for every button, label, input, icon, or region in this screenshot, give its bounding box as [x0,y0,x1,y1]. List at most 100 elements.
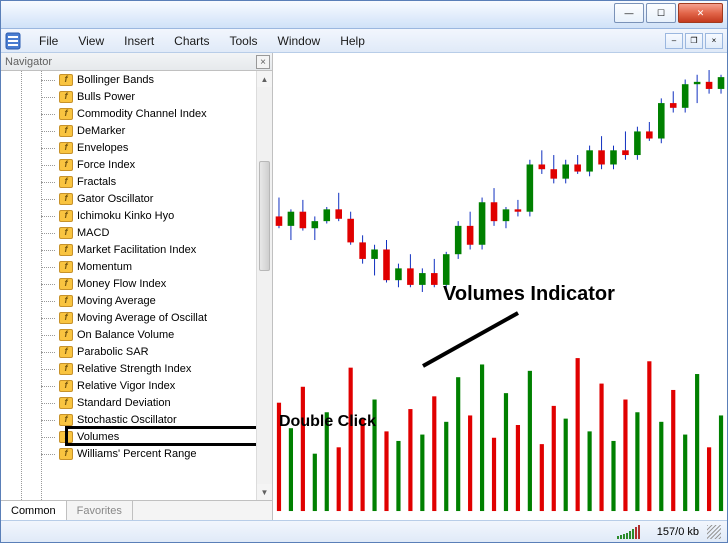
indicator-item[interactable]: Bulls Power [1,88,256,105]
indicator-label: Ichimoku Kinko Hyo [77,210,174,222]
indicator-label: Standard Deviation [77,397,171,409]
indicator-icon [59,431,73,443]
menu-charts[interactable]: Charts [164,32,219,50]
indicator-item[interactable]: Standard Deviation [1,394,256,411]
annotation-double-click: Double Click [279,413,376,431]
indicator-icon [59,380,73,392]
indicator-icon [59,125,73,137]
indicator-label: Moving Average [77,295,156,307]
indicator-icon [59,363,73,375]
indicator-label: Market Facilitation Index [77,244,196,256]
navigator-title-label: Navigator [5,56,52,68]
menu-insert[interactable]: Insert [114,32,164,50]
indicator-item[interactable]: Bollinger Bands [1,71,256,88]
indicator-label: Bollinger Bands [77,74,154,86]
indicator-item[interactable]: On Balance Volume [1,326,256,343]
scroll-up-button[interactable]: ▲ [257,71,272,87]
indicator-label: Moving Average of Oscillat [77,312,207,324]
indicator-item[interactable]: Fractals [1,173,256,190]
indicator-item[interactable]: Ichimoku Kinko Hyo [1,207,256,224]
navigator-title: Navigator × [1,53,272,71]
minimize-button[interactable]: — [614,3,644,23]
statusbar: 157/0 kb [1,520,727,542]
indicator-label: Stochastic Oscillator [77,414,177,426]
app-icon [5,32,21,50]
scroll-thumb[interactable] [259,161,270,271]
menu-view[interactable]: View [68,32,114,50]
indicator-item[interactable]: Envelopes [1,139,256,156]
indicator-icon [59,74,73,86]
indicator-icon [59,448,73,460]
tab-favorites[interactable]: Favorites [67,501,133,520]
chart-area[interactable]: Volumes Indicator Double Click [273,53,727,520]
indicator-icon [59,312,73,324]
status-traffic-label: 157/0 kb [657,526,699,538]
menu-help[interactable]: Help [330,32,375,50]
indicator-label: Gator Oscillator [77,193,153,205]
indicator-item[interactable]: Moving Average [1,292,256,309]
indicator-label: Relative Vigor Index [77,380,175,392]
indicator-label: Parabolic SAR [77,346,149,358]
indicator-icon [59,329,73,341]
indicator-item[interactable]: Stochastic Oscillator [1,411,256,428]
indicator-item[interactable]: Parabolic SAR [1,343,256,360]
close-button[interactable]: ✕ [678,3,723,23]
mdi-restore-button[interactable]: ❐ [685,33,703,49]
indicator-icon [59,397,73,409]
indicator-icon [59,346,73,358]
indicator-item[interactable]: Money Flow Index [1,275,256,292]
indicator-icon [59,278,73,290]
indicator-item[interactable]: Gator Oscillator [1,190,256,207]
indicator-label: On Balance Volume [77,329,174,341]
indicator-icon [59,176,73,188]
indicator-icon [59,108,73,120]
indicator-label: Volumes [77,431,119,443]
window: — ☐ ✕ File View Insert Charts Tools Wind… [0,0,728,543]
indicator-item[interactable]: Williams' Percent Range [1,445,256,462]
indicator-label: Relative Strength Index [77,363,191,375]
menu-file[interactable]: File [29,32,68,50]
indicator-icon [59,261,73,273]
indicator-item[interactable]: Moving Average of Oscillat [1,309,256,326]
indicator-item[interactable]: Momentum [1,258,256,275]
navigator-close-button[interactable]: × [256,55,270,69]
indicator-label: Commodity Channel Index [77,108,207,120]
indicator-item[interactable]: Relative Vigor Index [1,377,256,394]
indicator-icon [59,244,73,256]
indicator-item[interactable]: MACD [1,224,256,241]
titlebar[interactable]: — ☐ ✕ [1,1,727,29]
indicator-icon [59,193,73,205]
indicator-label: Momentum [77,261,132,273]
indicator-label: Envelopes [77,142,128,154]
navigator-panel: Navigator × Bollinger Bands Bulls Power Co… [1,53,273,520]
indicator-icon [59,295,73,307]
indicator-item[interactable]: Force Index [1,156,256,173]
scroll-down-button[interactable]: ▼ [257,484,272,500]
indicator-item[interactable]: DeMarker [1,122,256,139]
indicator-icon [59,142,73,154]
mdi-close-button[interactable]: × [705,33,723,49]
indicator-icon [59,91,73,103]
indicator-icon [59,227,73,239]
indicator-item[interactable]: Commodity Channel Index [1,105,256,122]
indicator-icon [59,159,73,171]
indicator-item[interactable]: Relative Strength Index [1,360,256,377]
maximize-button[interactable]: ☐ [646,3,676,23]
indicator-label: Fractals [77,176,116,188]
annotation-volumes-indicator: Volumes Indicator [443,283,615,306]
scrollbar-vertical[interactable]: ▲ ▼ [256,71,272,500]
mdi-minimize-button[interactable]: – [665,33,683,49]
indicator-icon [59,210,73,222]
menu-tools[interactable]: Tools [220,32,268,50]
navigator-tree[interactable]: Bollinger Bands Bulls Power Commodity Chan… [1,71,256,500]
resize-grip[interactable] [707,525,721,539]
indicator-item[interactable]: Volumes [1,428,256,445]
indicator-label: Williams' Percent Range [77,448,196,460]
indicator-item[interactable]: Market Facilitation Index [1,241,256,258]
menu-window[interactable]: Window [268,32,331,50]
indicator-icon [59,414,73,426]
navigator-tabs: Common Favorites [1,500,272,520]
tab-common[interactable]: Common [1,501,67,520]
indicator-label: Force Index [77,159,135,171]
menubar: File View Insert Charts Tools Window Hel… [1,29,727,53]
